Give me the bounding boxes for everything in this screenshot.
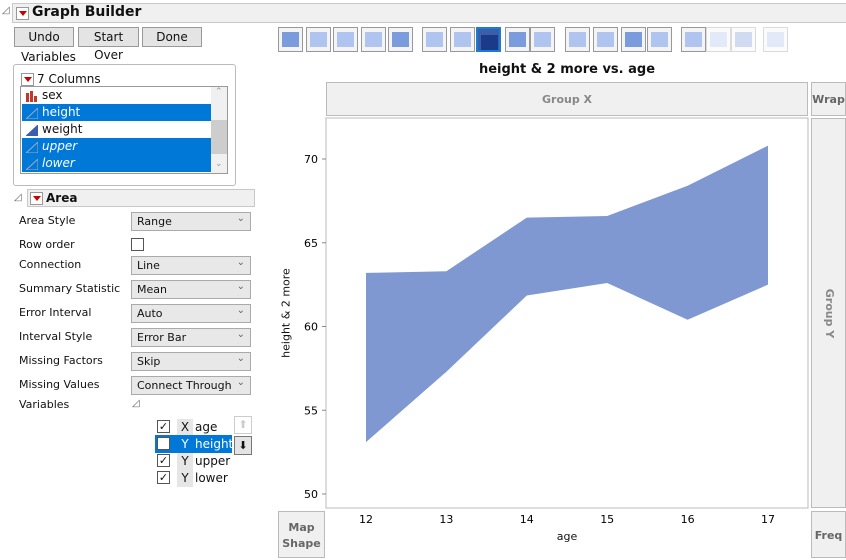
x-tick-label: 13 [439,513,453,526]
y-tick-label: 60 [304,321,318,334]
y-tick-label: 65 [304,237,318,250]
x-tick-label: 12 [359,513,373,526]
x-tick-label: 15 [600,513,614,526]
y-tick-label: 70 [304,153,318,166]
x-tick-label: 16 [681,513,695,526]
chart: 50 55 60 65 70 12 13 14 15 16 17 [304,117,809,526]
x-axis-label: age [556,530,578,543]
y-tick-label: 55 [304,404,318,417]
x-tick-label: 14 [520,513,534,526]
y-axis-label: height & 2 more [279,268,293,358]
x-tick-label: 17 [761,513,775,526]
y-tick-label: 50 [304,488,318,501]
